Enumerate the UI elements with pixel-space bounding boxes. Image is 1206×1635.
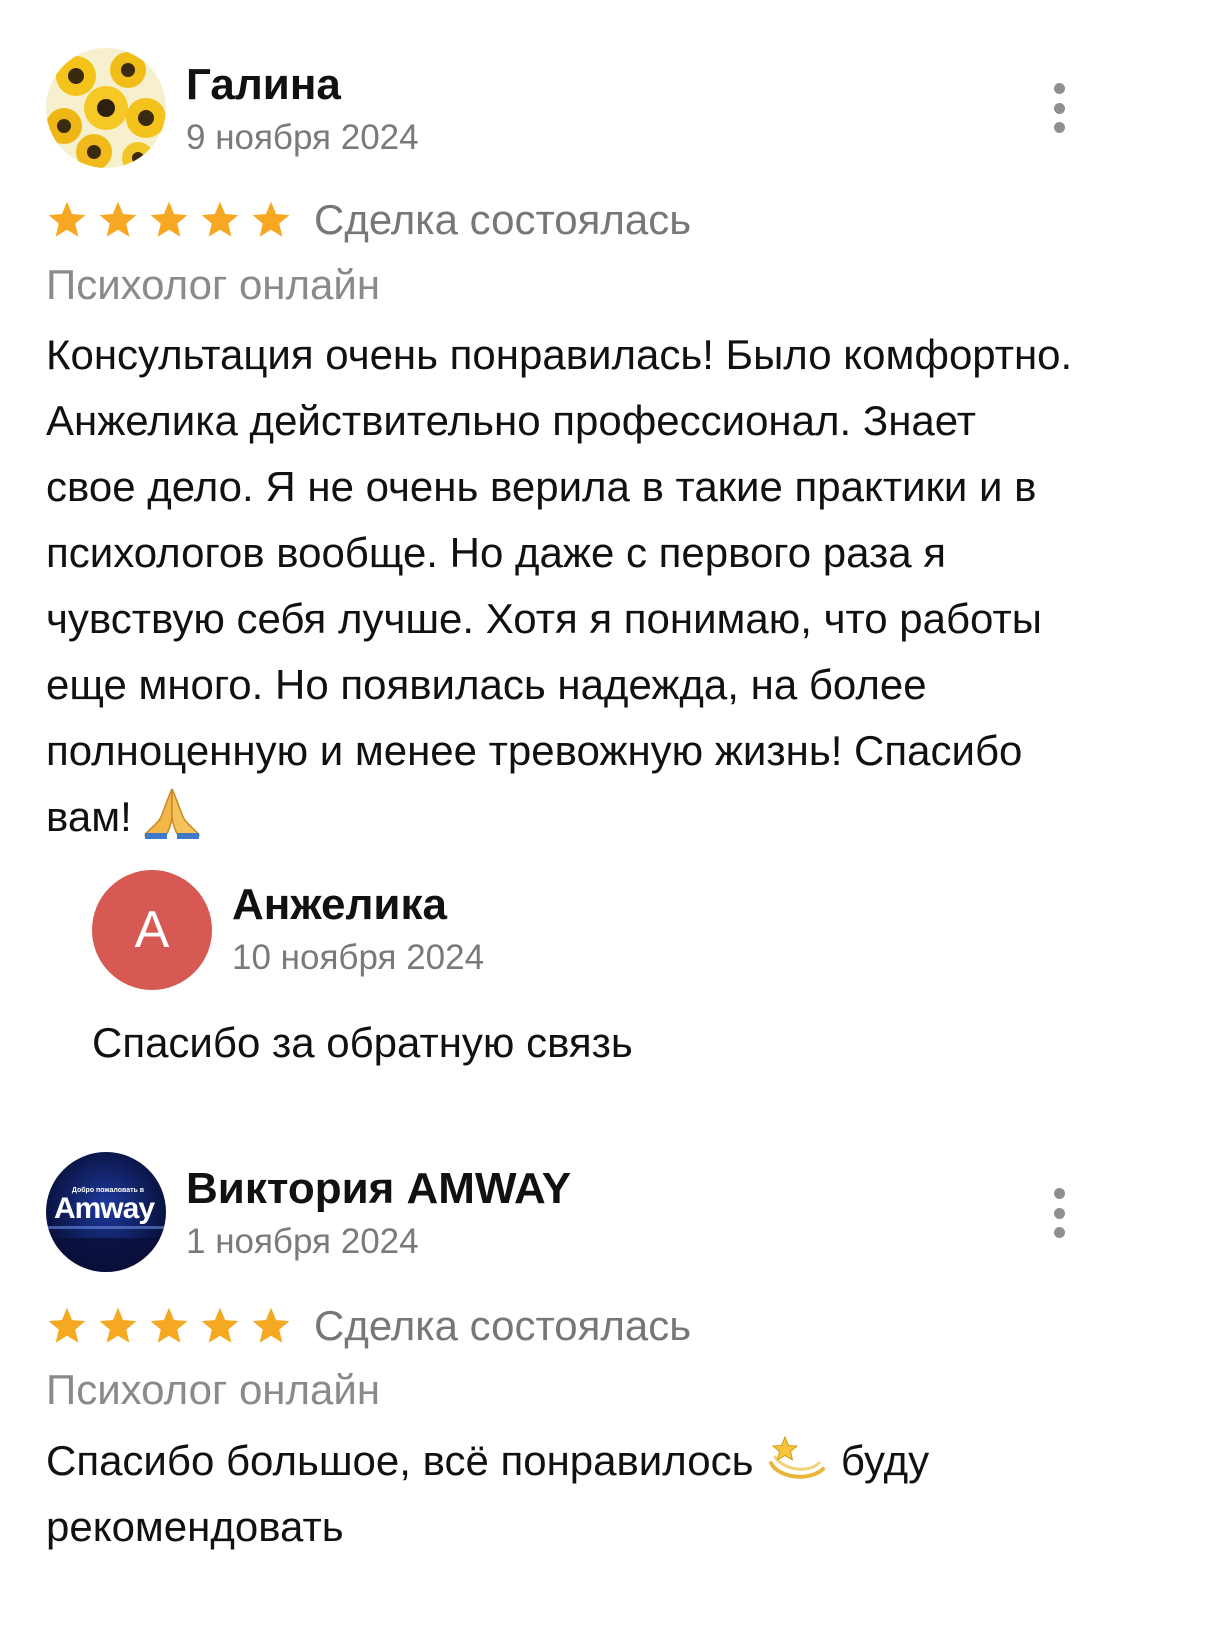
review-text: Спасибо большое, всё понравилось буду ре… xyxy=(46,1428,1046,1560)
star-icon xyxy=(252,1307,290,1343)
author-avatar[interactable]: Добро пожаловать в Amway xyxy=(46,1152,166,1272)
star-icon xyxy=(150,201,188,237)
reply-author-name[interactable]: Анжелика xyxy=(232,880,447,930)
review-text: Консультация очень понравилась! Было ком… xyxy=(46,322,1076,850)
deal-status: Сделка состоялась xyxy=(314,196,692,243)
praying-hands-icon xyxy=(144,788,201,839)
rating-row: Сделка состоялась xyxy=(46,196,691,244)
more-options-icon[interactable] xyxy=(1049,1188,1069,1238)
star-icon xyxy=(201,1307,239,1343)
star-icon xyxy=(48,1307,86,1343)
author-name[interactable]: Виктория AMWAY xyxy=(186,1164,571,1214)
sunflowers-avatar-icon xyxy=(46,48,166,168)
star-icon xyxy=(201,201,239,237)
star-icon xyxy=(150,1307,188,1343)
review-card: Добро пожаловать в Amway Виктория AMWAY … xyxy=(0,1100,1206,1635)
deal-status: Сделка состоялась xyxy=(314,1302,692,1349)
rating-row: Сделка состоялась xyxy=(46,1302,691,1350)
star-rating xyxy=(46,1305,292,1347)
review-date: 1 ноября 2024 xyxy=(186,1222,419,1261)
review-text-content: Консультация очень понравилась! Было ком… xyxy=(46,331,1073,840)
star-icon xyxy=(99,1307,137,1343)
review-date: 9 ноября 2024 xyxy=(186,118,419,157)
author-avatar[interactable] xyxy=(46,48,166,168)
amway-logo-avatar-icon: Добро пожаловать в Amway xyxy=(46,1152,166,1272)
star-rating xyxy=(46,199,292,241)
star-icon xyxy=(48,201,86,237)
review-card: Галина 9 ноября 2024 Сделка состоялась П… xyxy=(0,0,1206,1100)
dizzy-star-icon xyxy=(769,1435,826,1479)
reply-date: 10 ноября 2024 xyxy=(232,938,485,977)
reply-author-avatar[interactable]: А xyxy=(92,870,212,990)
author-name[interactable]: Галина xyxy=(186,60,341,110)
reply-text: Спасибо за обратную связь xyxy=(92,1019,633,1066)
star-icon xyxy=(99,201,137,237)
more-options-icon[interactable] xyxy=(1049,83,1069,133)
service-name: Психолог онлайн xyxy=(46,1366,381,1413)
star-icon xyxy=(252,201,290,237)
amway-logo-text: Amway xyxy=(54,1192,155,1225)
review-text-part1: Спасибо большое, всё понравилось xyxy=(46,1437,754,1484)
service-name: Психолог онлайн xyxy=(46,261,381,308)
